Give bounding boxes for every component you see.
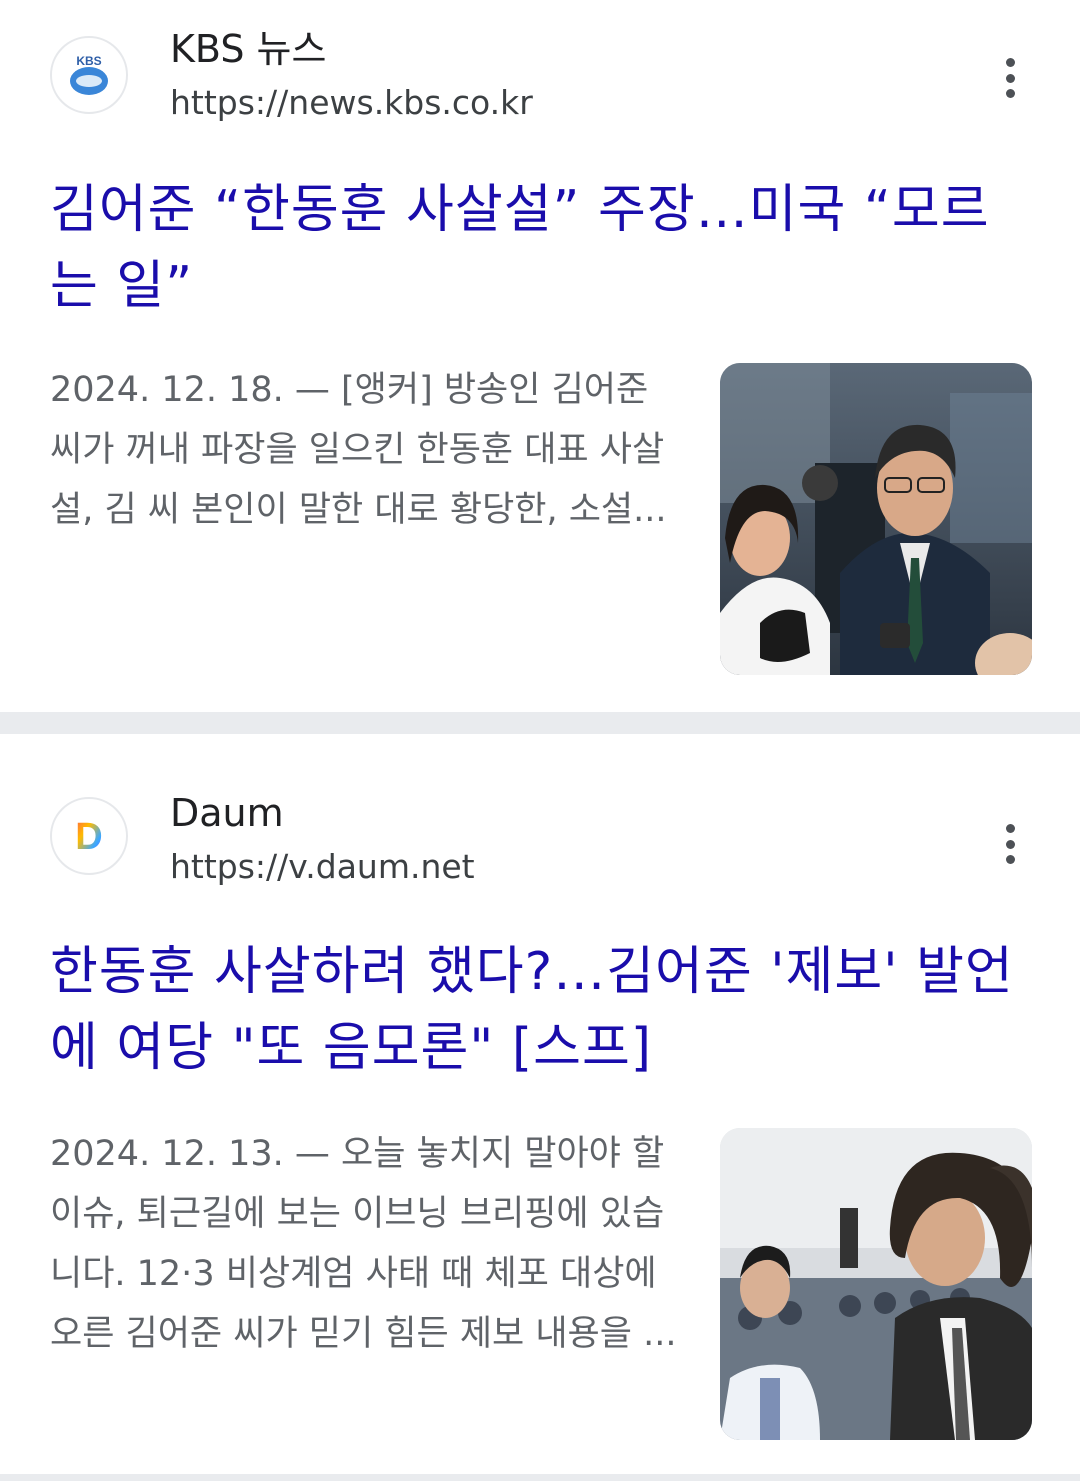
daum-logo-icon: D (50, 797, 128, 875)
svg-text:KBS: KBS (76, 54, 101, 68)
source-url[interactable]: https://news.kbs.co.kr (170, 82, 533, 124)
result-headline-link[interactable]: 한동훈 사살하려 했다?…김어준 '제보' 발언에 여당 "또 음모론" [스프… (50, 934, 1035, 1086)
news-photo-thumbnail[interactable] (720, 1128, 1032, 1440)
search-result-card[interactable]: KBS KBS 뉴스 https://news.kbs.co.kr 김어준 “한… (0, 0, 1080, 712)
results-divider (0, 1474, 1080, 1481)
search-results-page: KBS KBS 뉴스 https://news.kbs.co.kr 김어준 “한… (0, 0, 1080, 1481)
result-snippet: 2024. 12. 18. — [앵커] 방송인 김어준 씨가 꺼내 파장을 일… (50, 370, 667, 530)
svg-text:D: D (75, 816, 102, 858)
search-result-card[interactable]: D Daum https://v.daum.net 한동훈 사살하려 했다?…김… (0, 734, 1080, 1474)
result-snippet: 2024. 12. 13. — 오늘 놓치지 말아야 할 이슈, 퇴근길에 보는… (50, 1134, 677, 1354)
source-name[interactable]: Daum (170, 790, 284, 836)
news-photo-thumbnail[interactable] (720, 363, 1032, 675)
result-headline-link[interactable]: 김어준 “한동훈 사살설” 주장…미국 “모르는 일” (50, 172, 1035, 324)
more-vert-icon[interactable] (990, 52, 1030, 104)
source-name[interactable]: KBS 뉴스 (170, 26, 326, 72)
more-vert-icon[interactable] (990, 818, 1030, 870)
kbs-logo-icon: KBS (50, 36, 128, 114)
results-divider (0, 712, 1080, 734)
source-url[interactable]: https://v.daum.net (170, 846, 475, 888)
